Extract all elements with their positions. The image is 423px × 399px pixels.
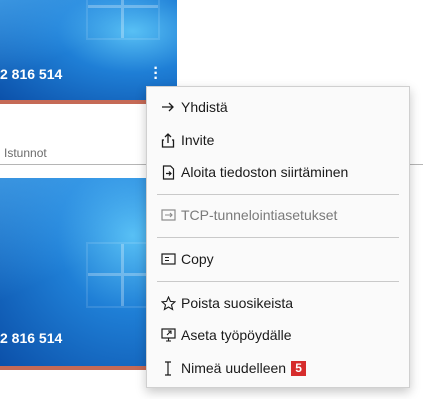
star-icon <box>159 295 177 311</box>
step-badge: 5 <box>291 360 307 376</box>
windows-logo-watermark <box>86 0 160 40</box>
menu-item-label: Nimeä uudelleen <box>181 360 287 376</box>
sessions-section-label: Istunnot <box>4 146 47 160</box>
menu-item-invite[interactable]: Invite <box>159 128 401 152</box>
session-id: 2 816 514 <box>0 66 63 82</box>
menu-item-label: TCP-tunnelointiasetukset <box>181 207 338 223</box>
menu-item-label: Poista suosikeista <box>181 295 294 311</box>
menu-item-label: Aloita tiedoston siirtäminen <box>181 164 349 180</box>
text-cursor-icon <box>159 360 177 376</box>
desktop-shortcut-icon <box>159 328 177 342</box>
menu-item-connect[interactable]: Yhdistä <box>159 95 401 119</box>
session-id: 2 816 514 <box>0 330 63 346</box>
tunnel-icon <box>159 209 177 221</box>
menu-item-remove-favorite[interactable]: Poista suosikeista <box>159 291 401 315</box>
menu-separator <box>157 281 399 282</box>
file-transfer-icon <box>159 164 177 180</box>
menu-item-tcp-tunneling[interactable]: TCP-tunnelointiasetukset <box>159 203 401 227</box>
menu-item-rename[interactable]: Nimeä uudelleen 5 <box>159 356 401 380</box>
menu-separator <box>157 194 399 195</box>
share-icon <box>159 132 177 148</box>
menu-item-label: Aseta työpöydälle <box>181 327 292 343</box>
arrow-right-icon <box>159 101 177 113</box>
menu-item-file-transfer[interactable]: Aloita tiedoston siirtäminen <box>159 160 401 184</box>
context-menu: Yhdistä Invite Aloita tiedoston siirtämi… <box>146 86 410 388</box>
menu-separator <box>157 237 399 238</box>
more-options-icon[interactable]: · · · <box>150 61 162 87</box>
menu-item-label: Invite <box>181 132 215 148</box>
copy-icon <box>159 253 177 265</box>
menu-item-set-desktop[interactable]: Aseta työpöydälle <box>159 323 401 347</box>
menu-item-label: Copy <box>181 251 214 267</box>
menu-item-copy[interactable]: Copy <box>159 247 401 271</box>
menu-item-label: Yhdistä <box>181 99 228 115</box>
